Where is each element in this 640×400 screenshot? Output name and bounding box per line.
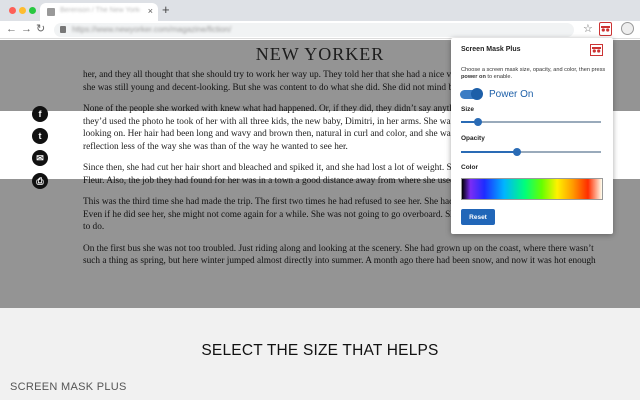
mask-logo-icon xyxy=(590,44,603,56)
lock-icon xyxy=(60,26,66,33)
new-tab-button[interactable]: + xyxy=(162,3,170,17)
browser-toolbar: ← → ↻ https://www.newyorker.com/magazine… xyxy=(0,21,640,39)
extension-popup: Screen Mask Plus Choose a screen mask si… xyxy=(451,38,613,234)
color-picker-spectrum[interactable] xyxy=(461,178,603,200)
promo-caption-area: SELECT THE SIZE THAT HELPS SCREEN MASK P… xyxy=(0,308,640,400)
tab-title: Berenson / The New Yorker xyxy=(60,7,140,14)
reset-button[interactable]: Reset xyxy=(461,209,495,225)
size-slider[interactable] xyxy=(461,118,601,126)
opacity-slider-fill xyxy=(461,151,517,153)
power-label: Power On xyxy=(489,89,534,100)
tab-close-icon[interactable]: × xyxy=(148,6,153,16)
facebook-share-icon[interactable]: f xyxy=(32,106,48,122)
size-slider-thumb[interactable] xyxy=(473,118,482,126)
power-toggle[interactable] xyxy=(460,88,483,100)
popup-title: Screen Mask Plus xyxy=(461,46,521,53)
size-label: Size xyxy=(461,106,475,113)
screen-mask-extension-button[interactable] xyxy=(599,22,612,36)
opacity-label: Opacity xyxy=(461,135,485,142)
brand-name: SCREEN MASK PLUS xyxy=(10,381,127,393)
print-icon[interactable]: ⎙ xyxy=(32,173,48,189)
address-bar[interactable]: https://www.newyorker.com/magazine/ficti… xyxy=(54,23,574,37)
promo-headline: SELECT THE SIZE THAT HELPS xyxy=(201,342,439,359)
tab-bar: Berenson / The New Yorker × + xyxy=(0,0,640,21)
popup-description: Choose a screen mask size, opacity, and … xyxy=(461,67,606,80)
back-button[interactable]: ← xyxy=(6,23,17,36)
profile-avatar[interactable] xyxy=(621,22,634,35)
browser-tab[interactable]: Berenson / The New Yorker × xyxy=(40,3,158,21)
forward-button[interactable]: → xyxy=(21,23,32,36)
email-share-icon[interactable]: ✉ xyxy=(32,150,48,166)
twitter-share-icon[interactable]: t xyxy=(32,128,48,144)
opacity-slider-thumb[interactable] xyxy=(513,148,521,156)
favicon-icon xyxy=(47,8,55,16)
reload-button[interactable]: ↻ xyxy=(36,23,45,36)
opacity-slider[interactable] xyxy=(461,148,601,156)
bookmark-star-icon[interactable]: ☆ xyxy=(583,22,593,36)
maximize-window-button[interactable] xyxy=(29,7,36,14)
color-label: Color xyxy=(461,164,478,171)
minimize-window-button[interactable] xyxy=(19,7,26,14)
mask-icon xyxy=(601,26,610,32)
toggle-knob xyxy=(471,88,483,100)
close-window-button[interactable] xyxy=(9,7,16,14)
address-url: https://www.newyorker.com/magazine/ficti… xyxy=(72,25,232,34)
